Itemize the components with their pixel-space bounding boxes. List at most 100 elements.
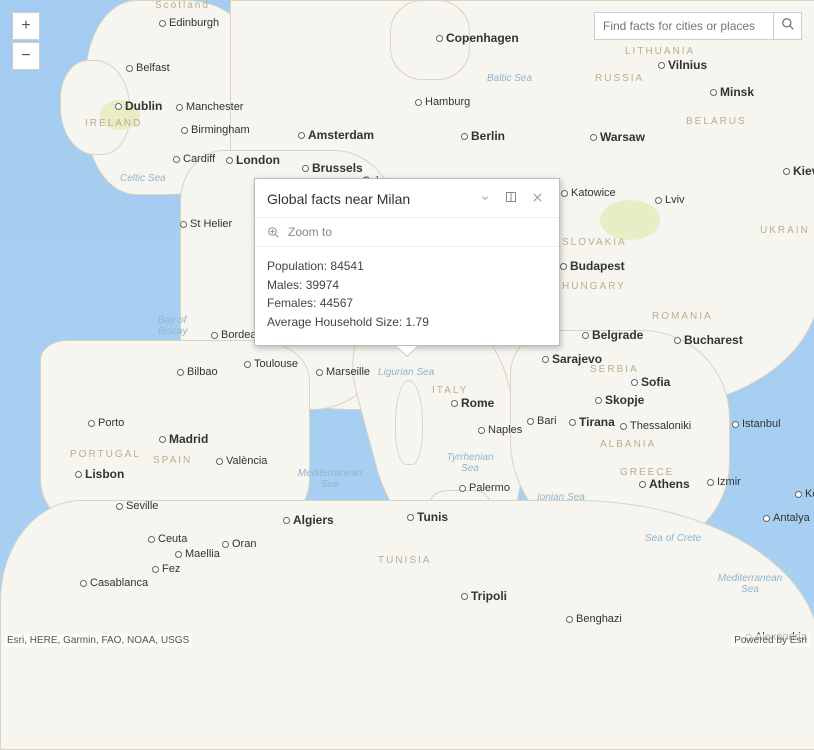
city-label: Tirana xyxy=(569,415,615,429)
city-label: Berlin xyxy=(461,129,505,143)
city-label: Thessaloniki xyxy=(620,420,691,432)
dock-button[interactable] xyxy=(501,189,521,209)
city-label: Belfast xyxy=(126,62,170,74)
fact-row: Population: 84541 xyxy=(267,257,547,276)
city-label: Amsterdam xyxy=(298,128,374,142)
city-label: Palermo xyxy=(459,482,510,494)
city-label: Budapest xyxy=(560,259,625,273)
city-label: Istanbul xyxy=(732,418,781,430)
city-label: Warsaw xyxy=(590,130,645,144)
search-input[interactable] xyxy=(594,12,774,40)
sea-label: Celtic Sea xyxy=(120,173,166,184)
city-label: Minsk xyxy=(710,85,754,99)
city-label: Edinburgh xyxy=(159,17,219,29)
dock-icon xyxy=(505,190,517,208)
popup: Global facts near Milan Zoom to Populati… xyxy=(254,178,560,346)
city-label: Toulouse xyxy=(244,358,298,370)
country-label: RUSSIA xyxy=(595,73,644,84)
search-icon xyxy=(781,17,795,36)
city-label: Kon xyxy=(795,488,814,500)
chevron-down-icon xyxy=(480,190,490,208)
city-label: Vilnius xyxy=(658,58,707,72)
fact-label: Average Household Size xyxy=(267,315,399,329)
city-label: Ceuta xyxy=(148,533,187,545)
popup-header: Global facts near Milan xyxy=(255,179,559,218)
city-label: Brussels xyxy=(302,161,363,175)
city-label: Dublin xyxy=(115,99,162,113)
sea-label: Bay of Biscay xyxy=(158,315,208,337)
collapse-button[interactable] xyxy=(475,189,495,209)
fact-value: 44567 xyxy=(320,296,353,310)
country-label: IRELAND xyxy=(85,118,142,129)
fact-row: Males: 39974 xyxy=(267,276,547,295)
search-button[interactable] xyxy=(774,12,802,40)
zoom-in-button[interactable]: + xyxy=(12,12,40,40)
city-label: Bari xyxy=(527,415,557,427)
country-label: PORTUGAL xyxy=(70,449,141,460)
city-label: Athens xyxy=(639,477,690,491)
city-label: Rome xyxy=(451,396,494,410)
country-label: LITHUANIA xyxy=(625,46,695,57)
zoom-controls: + − xyxy=(12,12,40,70)
city-label: Naples xyxy=(478,424,522,436)
zoom-to-icon xyxy=(267,226,280,239)
sea-label: Mediterranean Sea xyxy=(710,573,790,595)
city-label: Cardiff xyxy=(173,153,215,165)
fact-value: 39974 xyxy=(306,278,339,292)
city-label: Fez xyxy=(152,563,180,575)
popup-title: Global facts near Milan xyxy=(267,191,469,207)
fact-row: Average Household Size: 1.79 xyxy=(267,313,547,332)
city-label: Belgrade xyxy=(582,328,643,342)
country-label: HUNGARY xyxy=(562,281,626,292)
fact-label: Females xyxy=(267,296,313,310)
popup-body: Population: 84541 Males: 39974 Females: … xyxy=(255,247,559,345)
city-label: Tripoli xyxy=(461,589,507,603)
sea-label: Mediterranean Sea xyxy=(290,468,370,490)
city-label: Oran xyxy=(222,538,256,550)
land-corsica xyxy=(395,380,423,465)
city-label: Sofia xyxy=(631,375,670,389)
country-label: UKRAIN xyxy=(760,225,810,236)
city-label: Tunis xyxy=(407,510,448,524)
city-label: Katowice xyxy=(561,187,616,199)
city-label: València xyxy=(216,455,267,467)
city-label: Seville xyxy=(116,500,158,512)
city-label: St Helier xyxy=(180,218,232,230)
sea-label: Sea of Crete xyxy=(645,533,701,544)
city-label: Birmingham xyxy=(181,124,250,136)
city-label: Madrid xyxy=(159,432,208,446)
sea-label: Tyrrhenian Sea xyxy=(440,452,500,474)
city-label: Kiev xyxy=(783,164,814,178)
attribution-right[interactable]: Powered by Esri xyxy=(731,634,810,647)
country-label: TUNISIA xyxy=(378,555,431,566)
attribution-left: Esri, HERE, Garmin, FAO, NOAA, USGS xyxy=(4,634,192,647)
city-label: Lisbon xyxy=(75,467,124,481)
search-bar xyxy=(594,12,802,40)
popup-zoom-to-label: Zoom to xyxy=(288,225,332,239)
fact-label: Population xyxy=(267,259,324,273)
close-button[interactable] xyxy=(527,189,547,209)
sea-label: Baltic Sea xyxy=(487,73,532,84)
city-label: Sarajevo xyxy=(542,352,602,366)
city-label: Porto xyxy=(88,417,124,429)
country-label: ITALY xyxy=(432,385,468,396)
city-label: Marseille xyxy=(316,366,370,378)
city-label: Algiers xyxy=(283,513,334,527)
city-label: Skopje xyxy=(595,393,644,407)
country-label: SLOVAKIA xyxy=(562,237,627,248)
city-label: Copenhagen xyxy=(436,31,519,45)
city-label: Izmir xyxy=(707,476,741,488)
country-label: SPAIN xyxy=(153,455,192,466)
zoom-out-button[interactable]: − xyxy=(12,42,40,70)
close-icon xyxy=(532,190,543,208)
sea-label: Ligurian Sea xyxy=(378,367,434,378)
country-label: BELARUS xyxy=(686,116,747,127)
sea-label: Ionian Sea xyxy=(537,492,585,503)
city-label: Manchester xyxy=(176,101,243,113)
country-label: ROMANIA xyxy=(652,311,713,322)
popup-zoom-to[interactable]: Zoom to xyxy=(255,218,559,247)
city-label: London xyxy=(226,153,280,167)
city-label: Maellia xyxy=(175,548,220,560)
country-label: Scotland xyxy=(155,0,210,11)
city-label: Benghazi xyxy=(566,613,622,625)
